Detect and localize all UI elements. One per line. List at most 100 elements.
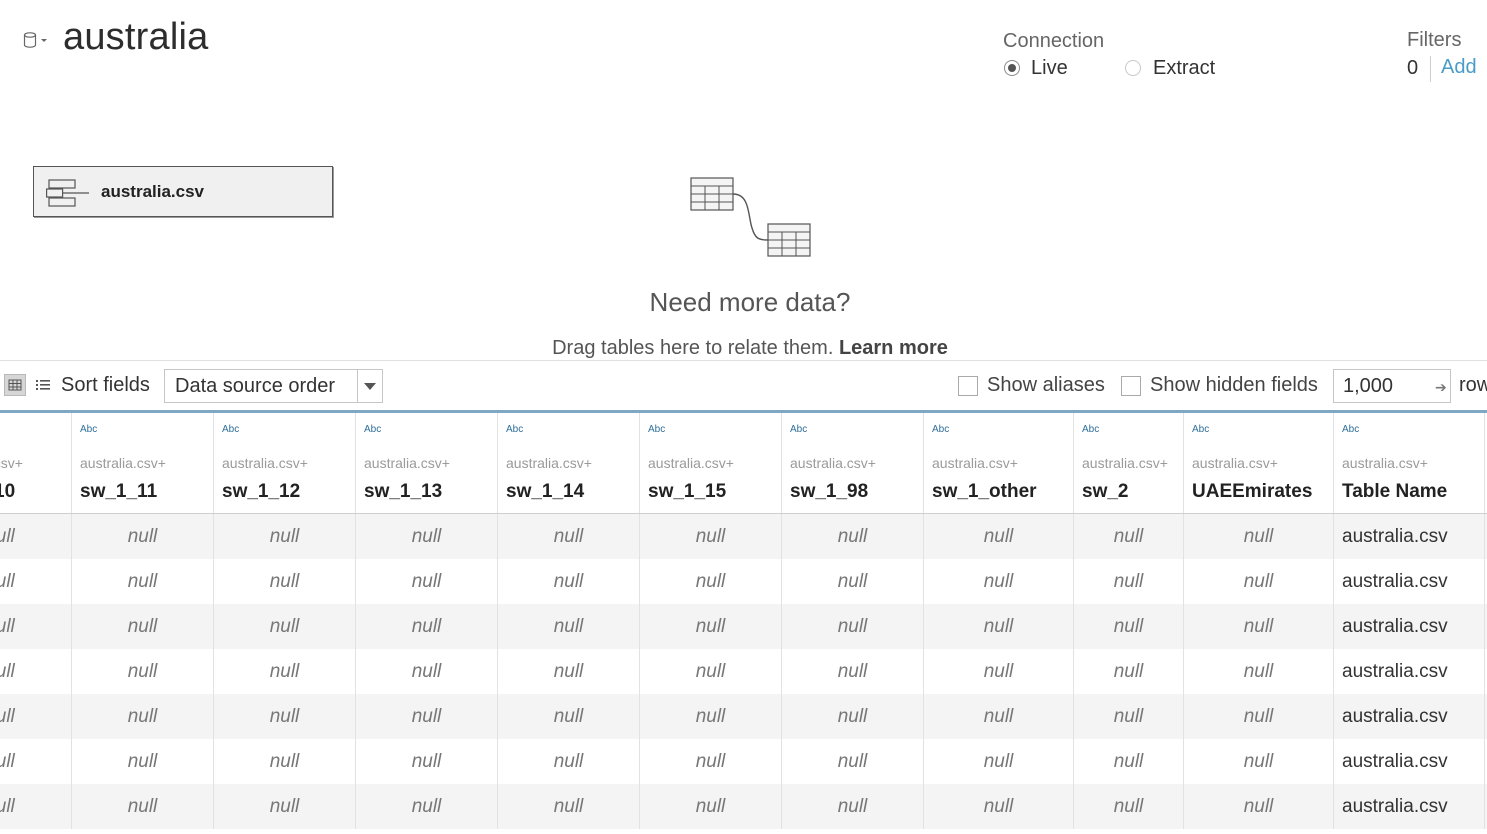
table-cell[interactable]: australia.csv	[1334, 559, 1485, 604]
column-type-icon[interactable]: Abc	[1082, 424, 1099, 435]
table-cell[interactable]: null	[1184, 604, 1334, 649]
table-cell[interactable]: null	[72, 739, 214, 784]
table-cell[interactable]: australia.csv	[1334, 604, 1485, 649]
add-filter-link[interactable]: Add	[1441, 56, 1477, 79]
column-header[interactable]: Abc australia.csv+ UAEEmirates	[1184, 413, 1334, 513]
table-cell[interactable]: null	[1074, 514, 1184, 559]
table-cell[interactable]: null	[498, 784, 640, 829]
table-cell[interactable]: australia.csv	[1334, 739, 1485, 784]
show-aliases-checkbox[interactable]	[958, 376, 978, 396]
table-cell[interactable]: null	[640, 559, 782, 604]
column-type-icon[interactable]: Abc	[506, 424, 523, 435]
rows-count-input[interactable]: 1,000 ➔	[1333, 369, 1451, 403]
show-aliases-label[interactable]: Show aliases	[987, 374, 1105, 397]
table-cell[interactable]: null	[1074, 784, 1184, 829]
column-name[interactable]: sw_1_11	[80, 481, 157, 503]
table-cell[interactable]: null	[1184, 559, 1334, 604]
table-cell[interactable]: null	[1184, 649, 1334, 694]
table-cell[interactable]: australia.csv	[1334, 514, 1485, 559]
database-icon[interactable]	[22, 30, 48, 52]
table-cell[interactable]: null	[356, 739, 498, 784]
table-cell[interactable]: null	[640, 694, 782, 739]
table-cell[interactable]: null	[214, 604, 356, 649]
table-cell[interactable]: null	[0, 604, 72, 649]
column-type-icon[interactable]: Abc	[648, 424, 665, 435]
table-cell[interactable]: null	[214, 649, 356, 694]
list-view-button[interactable]	[34, 376, 52, 394]
show-hidden-fields-label[interactable]: Show hidden fields	[1150, 374, 1318, 397]
table-cell[interactable]: null	[782, 694, 924, 739]
table-cell[interactable]: null	[214, 694, 356, 739]
column-type-icon[interactable]: Abc	[80, 424, 97, 435]
column-type-icon[interactable]: Abc	[790, 424, 807, 435]
column-name[interactable]: sw_1_14	[506, 481, 584, 503]
table-cell[interactable]: null	[1184, 694, 1334, 739]
column-name[interactable]: UAEEmirates	[1192, 481, 1312, 503]
table-cell[interactable]: null	[640, 514, 782, 559]
table-cell[interactable]: null	[1184, 784, 1334, 829]
show-hidden-fields-checkbox[interactable]	[1121, 376, 1141, 396]
table-cell[interactable]: null	[640, 784, 782, 829]
arrow-right-icon[interactable]: ➔	[1435, 379, 1447, 396]
table-cell[interactable]: null	[72, 514, 214, 559]
table-cell[interactable]: null	[1074, 739, 1184, 784]
table-cell[interactable]: australia.csv	[1334, 694, 1485, 739]
column-header[interactable]: Abc australia.csv+ sw_1_98	[782, 413, 924, 513]
table-cell[interactable]: null	[924, 694, 1074, 739]
column-header[interactable]: Abc australia.csv+ sw_1_12	[214, 413, 356, 513]
datasource-title[interactable]: australia	[63, 16, 208, 59]
table-cell[interactable]: null	[498, 694, 640, 739]
table-cell[interactable]: null	[1074, 649, 1184, 694]
column-type-icon[interactable]: Abc	[364, 424, 381, 435]
column-header[interactable]: Abc australia.csv+ sw_1_15	[640, 413, 782, 513]
table-cell[interactable]: null	[72, 649, 214, 694]
table-cell[interactable]: null	[924, 559, 1074, 604]
column-type-icon[interactable]: Abc	[222, 424, 239, 435]
table-cell[interactable]: null	[498, 514, 640, 559]
table-cell[interactable]: null	[924, 604, 1074, 649]
table-cell[interactable]: null	[0, 784, 72, 829]
table-cell[interactable]: null	[0, 739, 72, 784]
table-cell[interactable]: null	[640, 604, 782, 649]
table-cell[interactable]: null	[782, 739, 924, 784]
table-cell[interactable]: null	[640, 739, 782, 784]
table-cell[interactable]: null	[214, 559, 356, 604]
column-header[interactable]: Abc australia.csv+ sw_2	[1074, 413, 1184, 513]
column-type-icon[interactable]: Abc	[932, 424, 949, 435]
table-cell[interactable]: null	[924, 514, 1074, 559]
table-cell[interactable]: null	[640, 649, 782, 694]
table-cell[interactable]: null	[1184, 739, 1334, 784]
table-cell[interactable]: null	[0, 649, 72, 694]
table-cell[interactable]: null	[782, 559, 924, 604]
table-card[interactable]: australia.csv	[33, 166, 333, 217]
extract-label[interactable]: Extract	[1153, 57, 1215, 80]
column-header[interactable]: Abc australia.csv+ sw_1_13	[356, 413, 498, 513]
grid-view-button[interactable]	[4, 374, 26, 396]
table-cell[interactable]: null	[498, 559, 640, 604]
column-header[interactable]: Abc australia.csv+ sw_1_11	[72, 413, 214, 513]
table-cell[interactable]: null	[782, 514, 924, 559]
column-name[interactable]: sw_1_15	[648, 481, 726, 503]
table-cell[interactable]: null	[0, 559, 72, 604]
table-cell[interactable]: null	[0, 514, 72, 559]
column-type-icon[interactable]: Abc	[1342, 424, 1359, 435]
column-header[interactable]: australia.csv+ sw_1_10	[0, 413, 72, 513]
table-cell[interactable]: null	[924, 739, 1074, 784]
table-cell[interactable]: null	[72, 784, 214, 829]
column-name[interactable]: sw_1_other	[932, 481, 1037, 503]
table-cell[interactable]: null	[498, 604, 640, 649]
live-label[interactable]: Live	[1031, 57, 1068, 80]
table-cell[interactable]: null	[214, 739, 356, 784]
table-cell[interactable]: null	[214, 784, 356, 829]
column-name[interactable]: sw_2	[1082, 481, 1128, 503]
column-name[interactable]: Table Name	[1342, 481, 1447, 503]
table-cell[interactable]: null	[1074, 559, 1184, 604]
table-cell[interactable]: null	[782, 649, 924, 694]
table-cell[interactable]: australia.csv	[1334, 649, 1485, 694]
table-cell[interactable]: null	[1074, 694, 1184, 739]
extract-radio[interactable]	[1125, 60, 1141, 76]
table-cell[interactable]: null	[356, 559, 498, 604]
column-header[interactable]: Abc australia.csv+ sw_1_other	[924, 413, 1074, 513]
column-name[interactable]: sw_1_12	[222, 481, 300, 503]
table-cell[interactable]: null	[214, 514, 356, 559]
